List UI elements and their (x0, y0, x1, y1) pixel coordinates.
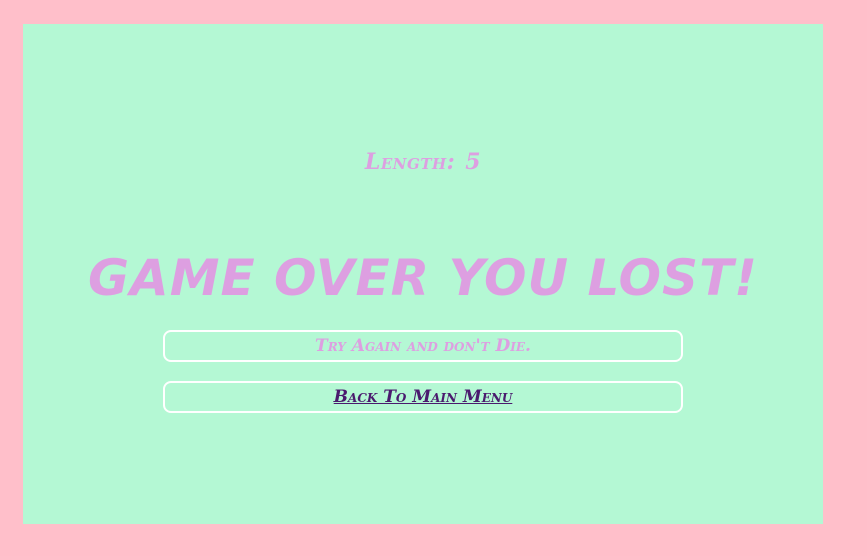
length-readout: Length: 5 (23, 149, 823, 175)
main-menu-button[interactable]: Back To Main Menu (163, 381, 683, 413)
try-again-button[interactable]: Try Again and don't Die. (163, 330, 683, 362)
game-board: Length: 5 GAME OVER YOU LOST! Try Again a… (23, 24, 823, 524)
try-again-label: Try Again and don't Die. (315, 336, 531, 356)
length-label: Length: (364, 149, 456, 175)
length-value: 5 (465, 149, 482, 175)
main-menu-label: Back To Main Menu (333, 387, 513, 407)
game-over-title: GAME OVER YOU LOST! (88, 249, 758, 307)
